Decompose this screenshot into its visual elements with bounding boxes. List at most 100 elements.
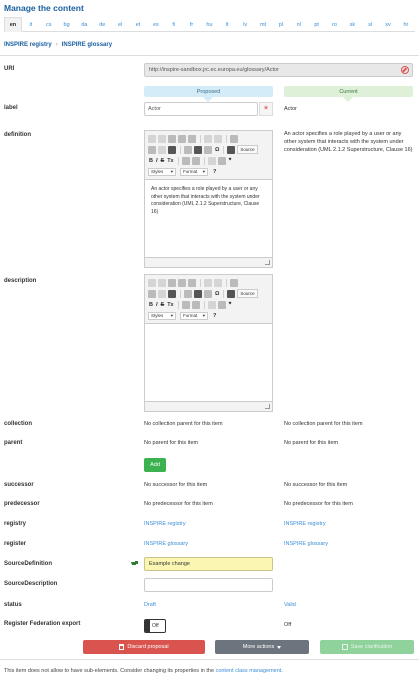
source-description-input[interactable] (144, 578, 273, 592)
italic-icon[interactable]: I (155, 157, 159, 165)
paste-text-icon[interactable] (178, 278, 186, 287)
redo-icon[interactable] (214, 278, 222, 287)
cut-icon[interactable] (148, 134, 156, 143)
maximize-icon[interactable] (227, 145, 236, 154)
label-input[interactable] (144, 102, 258, 116)
redo-icon[interactable] (214, 134, 222, 143)
horizontal-line-icon[interactable] (204, 145, 212, 154)
current-registry-link[interactable]: INSPIRE registry (284, 520, 326, 528)
unlink-icon[interactable] (158, 145, 166, 154)
proposed-register-link[interactable]: INSPIRE glossary (144, 540, 188, 548)
spellcheck-icon[interactable] (230, 134, 238, 143)
proposed-status-link[interactable]: Draft (144, 601, 156, 609)
indent-icon[interactable] (217, 156, 226, 165)
undo-icon[interactable] (204, 134, 212, 143)
tab-lang-es[interactable]: es (147, 17, 165, 32)
proposed-registry-link[interactable]: INSPIRE registry (144, 520, 186, 528)
remove-format-icon[interactable]: Tx (166, 301, 174, 309)
image-icon[interactable] (184, 145, 192, 154)
tab-lang-nl[interactable]: nl (290, 17, 308, 32)
table-icon[interactable] (194, 145, 202, 154)
description-editor-content[interactable] (145, 324, 272, 336)
federation-export-toggle[interactable]: Off (144, 619, 166, 633)
source-button[interactable]: Source (237, 289, 258, 298)
format-dropdown[interactable]: Format ▾ (180, 311, 208, 320)
italic-icon[interactable]: I (155, 301, 159, 309)
anchor-icon[interactable] (168, 289, 176, 298)
content-class-management-link[interactable]: content class management (216, 668, 282, 674)
tab-lang-da[interactable]: da (76, 17, 94, 32)
styles-dropdown[interactable]: Styles ▾ (148, 167, 176, 176)
paste-word-icon[interactable] (188, 278, 196, 287)
strike-icon[interactable]: S (160, 157, 166, 165)
numbered-list-icon[interactable] (181, 300, 190, 309)
blockquote-icon[interactable]: ❞ (228, 301, 233, 309)
tab-lang-fr[interactable]: fr (183, 17, 201, 32)
more-actions-button[interactable]: More actions (215, 640, 309, 654)
tab-lang-lt[interactable]: lt (218, 17, 236, 32)
resize-grip-icon[interactable] (265, 404, 270, 409)
resize-grip-icon[interactable] (265, 260, 270, 265)
special-char-icon[interactable]: Ω (214, 290, 220, 298)
description-editor[interactable]: Ω Source B I S Tx ❞ Styles ▾ Format ▾ ? (144, 274, 273, 412)
tab-lang-de[interactable]: de (93, 17, 111, 32)
add-button[interactable]: Add (144, 458, 166, 472)
breadcrumb-registry[interactable]: INSPIRE registry (4, 42, 52, 48)
copy-icon[interactable] (158, 134, 166, 143)
remove-format-icon[interactable]: Tx (166, 157, 174, 165)
tab-lang-sk[interactable]: sk (343, 17, 361, 32)
tab-lang-en[interactable]: en (4, 17, 22, 32)
definition-editor[interactable]: Ω Source B I S Tx ❞ Styles ▾ Format ▾ ? An… (144, 130, 273, 268)
definition-editor-content[interactable]: An actor specifies a role played by a us… (145, 180, 272, 222)
copy-icon[interactable] (158, 278, 166, 287)
help-icon[interactable]: ? (212, 168, 217, 176)
tab-lang-et[interactable]: et (129, 17, 147, 32)
tab-lang-sv[interactable]: sv (379, 17, 397, 32)
styles-dropdown[interactable]: Styles ▾ (148, 311, 176, 320)
image-icon[interactable] (184, 289, 192, 298)
bold-icon[interactable]: B (148, 157, 154, 165)
tab-lang-mt[interactable]: mt (254, 17, 272, 32)
tab-lang-pl[interactable]: pl (272, 17, 290, 32)
link-icon[interactable] (148, 289, 156, 298)
undo-icon[interactable] (204, 278, 212, 287)
tab-lang-cs[interactable]: cs (40, 17, 58, 32)
tab-lang-bg[interactable]: bg (58, 17, 76, 32)
current-register-link[interactable]: INSPIRE glossary (284, 540, 328, 548)
indent-icon[interactable] (217, 300, 226, 309)
strike-icon[interactable]: S (160, 301, 166, 309)
paste-icon[interactable] (168, 278, 176, 287)
maximize-icon[interactable] (227, 289, 236, 298)
save-clarification-button[interactable]: Save clarification (320, 640, 414, 654)
tab-lang-ro[interactable]: ro (326, 17, 344, 32)
tab-lang-sl[interactable]: sl (361, 17, 379, 32)
cut-icon[interactable] (148, 278, 156, 287)
unlink-icon[interactable] (158, 289, 166, 298)
outdent-icon[interactable] (207, 156, 216, 165)
paste-icon[interactable] (168, 134, 176, 143)
format-dropdown[interactable]: Format ▾ (180, 167, 208, 176)
table-icon[interactable] (194, 289, 202, 298)
bold-icon[interactable]: B (148, 301, 154, 309)
tab-lang-pt[interactable]: pt (308, 17, 326, 32)
anchor-icon[interactable] (168, 145, 176, 154)
blockquote-icon[interactable]: ❞ (228, 157, 233, 165)
tab-lang-el[interactable]: el (111, 17, 129, 32)
tab-lang-hr[interactable]: hr (397, 17, 415, 32)
special-char-icon[interactable]: Ω (214, 146, 220, 154)
bulleted-list-icon[interactable] (191, 156, 200, 165)
source-definition-input[interactable]: Example change (144, 557, 273, 571)
current-status-link[interactable]: Valid (284, 601, 296, 609)
tab-lang-lv[interactable]: lv (236, 17, 254, 32)
tab-lang-fi[interactable]: fi (165, 17, 183, 32)
paste-text-icon[interactable] (178, 134, 186, 143)
spellcheck-icon[interactable] (230, 278, 238, 287)
breadcrumb-glossary[interactable]: INSPIRE glossary (62, 42, 112, 48)
tab-lang-it[interactable]: it (22, 17, 40, 32)
bulleted-list-icon[interactable] (191, 300, 200, 309)
paste-word-icon[interactable] (188, 134, 196, 143)
discard-proposal-button[interactable]: Discard proposal (83, 640, 205, 654)
numbered-list-icon[interactable] (181, 156, 190, 165)
link-icon[interactable] (148, 145, 156, 154)
tab-lang-hu[interactable]: hu (201, 17, 219, 32)
